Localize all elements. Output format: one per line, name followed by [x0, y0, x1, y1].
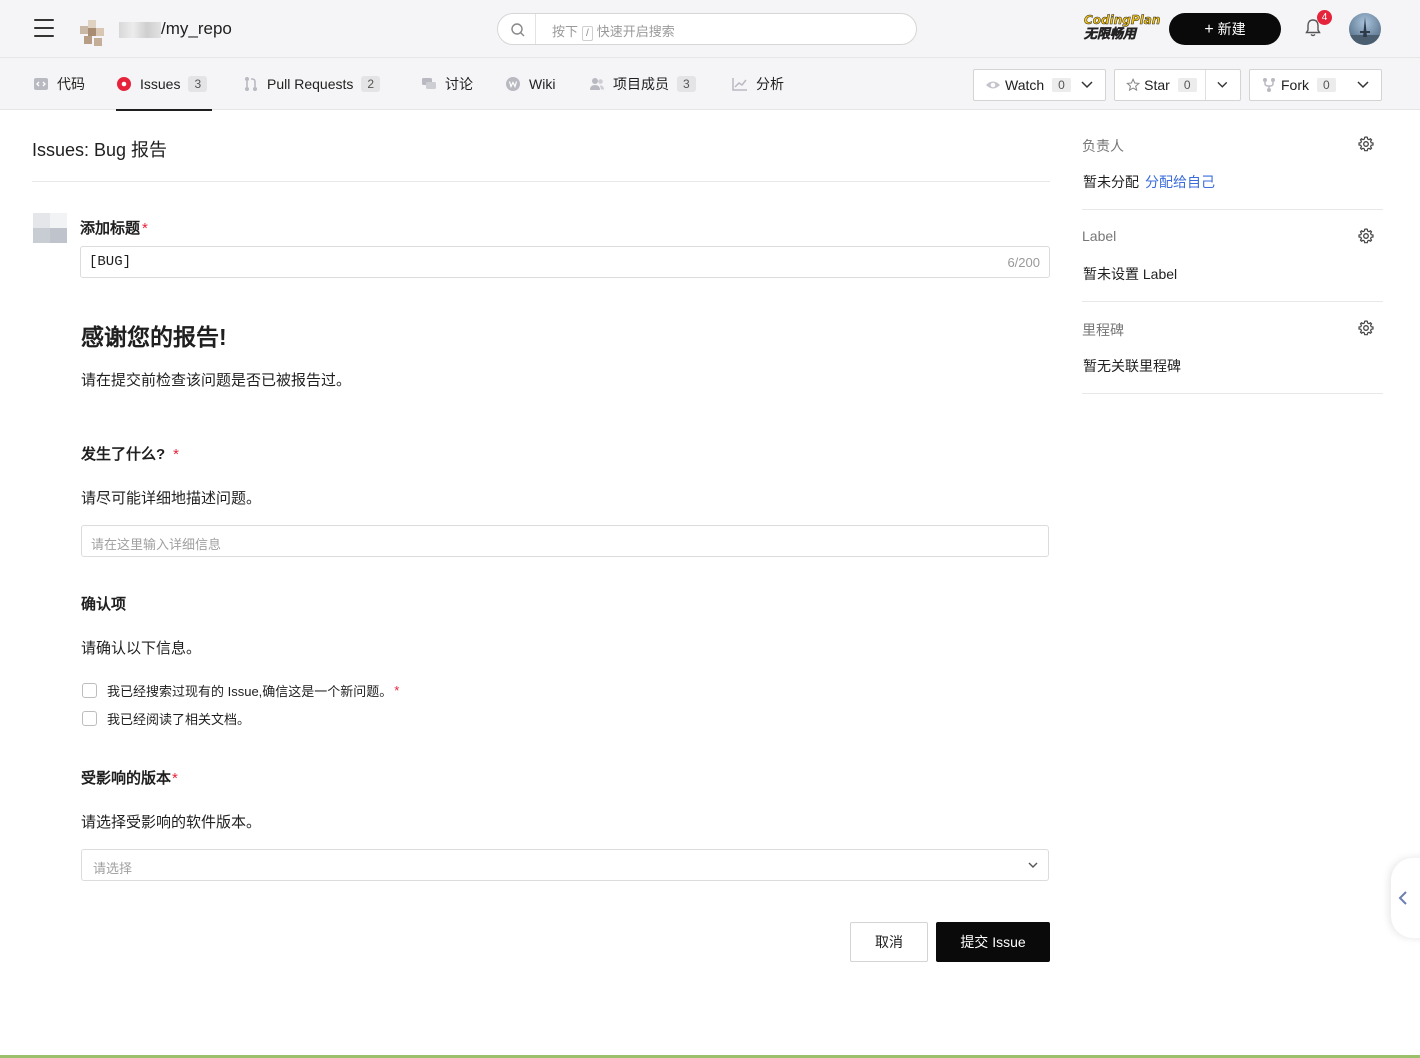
required-mark: *	[142, 220, 148, 237]
divider	[32, 181, 1050, 182]
chevron-down-icon	[1028, 862, 1038, 868]
repo-path[interactable]: /my_repo	[161, 19, 232, 39]
checkbox[interactable]	[82, 683, 97, 698]
required-mark: *	[394, 683, 400, 698]
version-label: 受影响的版本*	[81, 770, 178, 787]
milestone-section: 里程碑 暂无关联里程碑	[1082, 302, 1383, 394]
title-label: 添加标题 *	[80, 220, 148, 237]
pull-request-icon	[245, 77, 257, 91]
title-char-counter: 6/200	[1007, 255, 1040, 270]
chevron-down-icon	[1081, 81, 1093, 89]
gear-icon[interactable]	[1358, 228, 1374, 244]
label-section: Label 暂未设置 Label	[1082, 210, 1383, 302]
label-heading: Label	[1082, 228, 1117, 244]
title-input[interactable]: [BUG] 6/200	[80, 246, 1050, 278]
details-placeholder: 请在这里输入详细信息	[91, 537, 222, 552]
what-happened-description: 请尽可能详细地描述问题。	[81, 490, 262, 507]
milestone-heading: 里程碑	[1082, 322, 1124, 338]
required-mark: *	[173, 446, 180, 463]
discussion-icon	[422, 78, 436, 89]
confirm-check-searched[interactable]: 我已经搜索过现有的 Issue,确信这是一个新问题。 *	[82, 681, 399, 700]
title-value: [BUG]	[89, 254, 132, 270]
tab-code[interactable]: 代码	[33, 58, 85, 110]
tab-issues[interactable]: Issues 3	[116, 58, 212, 111]
submit-issue-button[interactable]: 提交 Issue	[936, 922, 1050, 962]
code-icon	[34, 78, 48, 90]
version-placeholder: 请选择	[93, 861, 133, 876]
star-icon	[1126, 77, 1141, 92]
new-button[interactable]: + 新建	[1169, 13, 1281, 45]
analytics-icon	[732, 78, 747, 91]
chevron-down-icon	[1357, 81, 1369, 89]
wiki-icon	[506, 77, 520, 91]
eye-icon	[986, 81, 1000, 89]
milestone-value: 暂无关联里程碑	[1083, 358, 1181, 374]
plus-icon: +	[1204, 21, 1214, 38]
search-input[interactable]: 按下 / 快速开启搜索	[497, 13, 917, 45]
label-value: 暂未设置 Label	[1083, 266, 1178, 282]
author-avatar	[33, 213, 67, 243]
assignee-value: 暂未分配 分配给自己	[1083, 174, 1215, 190]
tab-discussions[interactable]: 讨论	[421, 58, 473, 110]
tab-wiki[interactable]: Wiki	[505, 58, 555, 110]
chevron-left-icon	[1398, 891, 1407, 905]
thanks-heading: 感谢您的报告!	[81, 324, 227, 350]
watch-count: 0	[1052, 78, 1071, 92]
notification-count-badge: 4	[1317, 10, 1332, 25]
fork-icon	[1263, 78, 1275, 92]
tab-analytics[interactable]: 分析	[732, 58, 784, 110]
version-description: 请选择受影响的软件版本。	[81, 814, 262, 831]
search-icon	[511, 23, 525, 37]
gear-icon[interactable]	[1358, 320, 1374, 336]
sidebar-collapse-handle[interactable]	[1391, 858, 1420, 938]
what-happened-label: 发生了什么? *	[81, 446, 180, 463]
user-avatar[interactable]	[1349, 13, 1381, 45]
assignee-section: 负责人 暂未分配 分配给自己	[1082, 128, 1383, 210]
chevron-down-icon[interactable]	[1217, 81, 1228, 89]
codingplan-promo-badge[interactable]: CodingPlan 无限畅用	[1084, 13, 1161, 44]
fork-button[interactable]: Fork 0	[1249, 69, 1382, 101]
members-icon	[590, 78, 604, 90]
repo-owner-redacted	[119, 22, 161, 38]
confirm-description: 请确认以下信息。	[81, 640, 202, 657]
cancel-button[interactable]: 取消	[850, 922, 928, 962]
issues-count: 3	[188, 76, 208, 92]
confirm-label: 确认项	[81, 596, 127, 613]
version-select[interactable]: 请选择	[81, 849, 1049, 881]
gear-icon[interactable]	[1358, 136, 1374, 152]
assign-self-link[interactable]: 分配给自己	[1145, 174, 1215, 190]
checkbox[interactable]	[82, 711, 97, 726]
confirm-check-docs[interactable]: 我已经阅读了相关文档。	[82, 709, 250, 728]
issue-icon	[117, 77, 131, 91]
repo-nav: 代码 Issues 3 Pull Requests 2 讨论 Wiki 项目成员…	[0, 58, 1420, 111]
tab-pull-requests[interactable]: Pull Requests 2	[243, 58, 381, 110]
repo-avatar[interactable]	[80, 20, 104, 46]
menu-icon[interactable]	[34, 19, 54, 37]
star-count: 0	[1177, 78, 1197, 92]
assignee-heading: 负责人	[1082, 138, 1124, 154]
details-input[interactable]: 请在这里输入详细信息	[81, 525, 1049, 557]
search-placeholder: 按下 / 快速开启搜索	[552, 24, 675, 41]
watch-button[interactable]: Watch 0	[973, 69, 1106, 101]
required-mark: *	[172, 770, 178, 787]
shortcut-key: /	[582, 26, 593, 41]
members-count: 3	[677, 76, 696, 92]
thanks-description: 请在提交前检查该问题是否已被报告过。	[81, 372, 352, 389]
star-button[interactable]: Star 0	[1114, 69, 1241, 101]
page-title: Issues: Bug 报告	[32, 140, 168, 160]
top-bar: /my_repo 按下 / 快速开启搜索 CodingPlan 无限畅用 + 新建 4	[0, 0, 1420, 58]
fork-count: 0	[1317, 78, 1336, 92]
pull-requests-count: 2	[361, 76, 381, 92]
tab-members[interactable]: 项目成员 3	[589, 58, 696, 110]
